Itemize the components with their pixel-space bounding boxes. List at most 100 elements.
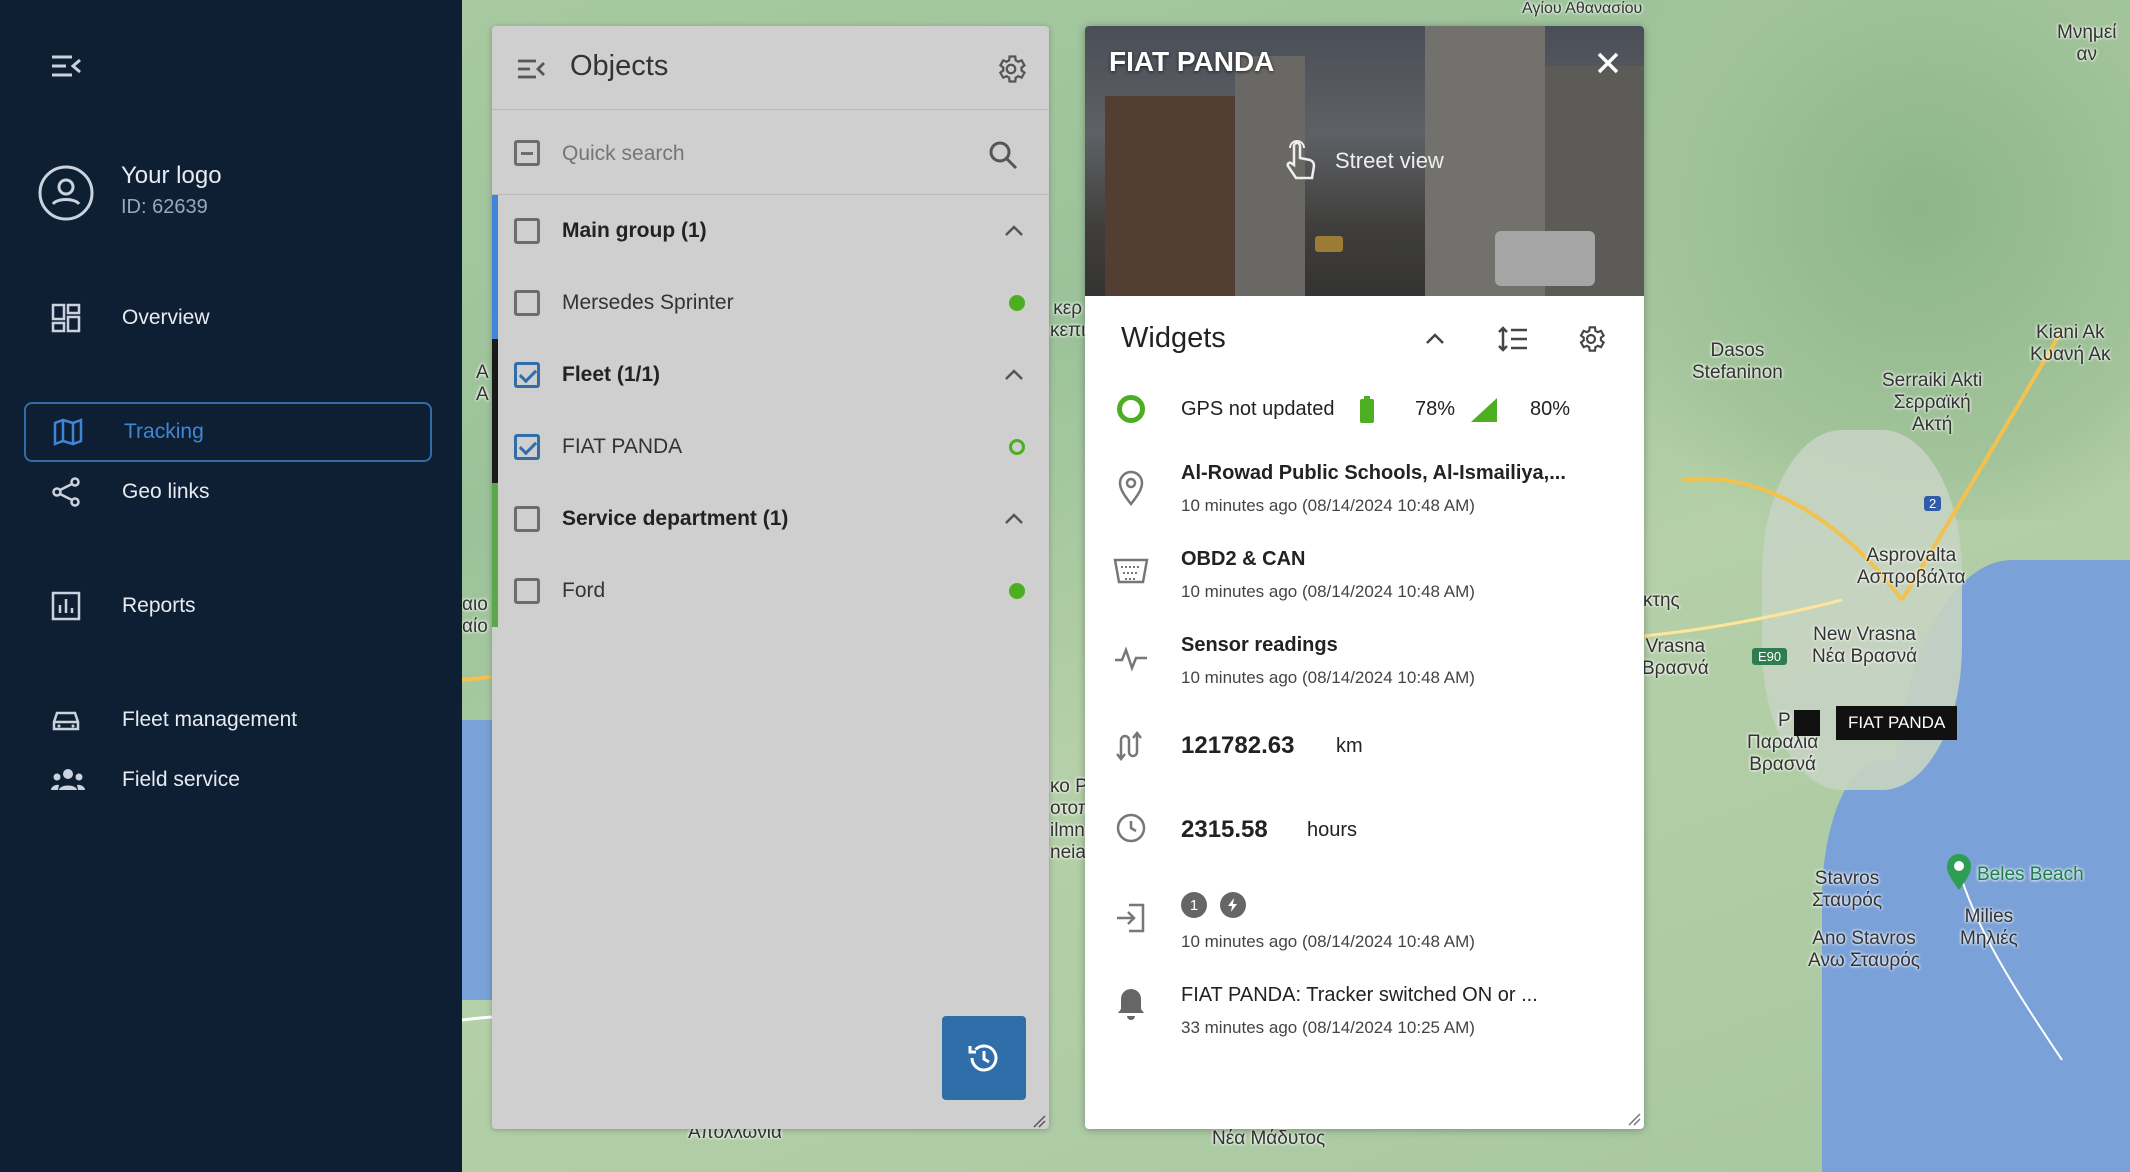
nav-overview[interactable]: Overview [24, 288, 432, 348]
obd-connector-icon [1113, 556, 1149, 588]
nav-geo-links[interactable]: Geo links [24, 462, 432, 522]
engine-hours-unit: hours [1307, 819, 1358, 841]
account-id: ID: 62639 [121, 196, 208, 218]
objects-settings-gear-icon[interactable] [994, 52, 1028, 86]
chevron-up-icon[interactable] [1424, 332, 1446, 346]
map-label-frag-keper: κερ κεπι [1050, 298, 1086, 341]
collapse-list-icon[interactable] [516, 57, 546, 81]
sensor-time: 10 minutes ago (08/14/2024 10:48 AM) [1181, 668, 1475, 687]
map-label-paralia: Παραλία Βρασνά [1747, 732, 1819, 775]
search-icon[interactable] [988, 140, 1018, 170]
history-button[interactable] [942, 1016, 1026, 1100]
event-time: 33 minutes ago (08/14/2024 10:25 AM) [1181, 1018, 1475, 1037]
odometer-unit: km [1336, 735, 1363, 757]
road-sign-e90: E90 [1752, 648, 1788, 665]
obd-time: 10 minutes ago (08/14/2024 10:48 AM) [1181, 582, 1475, 601]
beach-pin-icon[interactable] [1944, 852, 1974, 892]
group-service-label: Service department (1) [562, 507, 789, 530]
widgets-title: Widgets [1121, 322, 1226, 354]
nav-fleet-management[interactable]: Fleet management [24, 690, 432, 750]
map-label-mnimeia: Μνημεί αν [2057, 22, 2117, 65]
people-icon [24, 764, 122, 796]
dashboard-icon [24, 302, 122, 334]
nav-tracking-label: Tracking [124, 420, 204, 443]
odometer-value: 121782.63 [1181, 732, 1295, 759]
map-label-milies: Milies Μηλιές [1960, 906, 2018, 949]
nav-field-service-label: Field service [122, 768, 240, 791]
reorder-widgets-icon[interactable] [1497, 325, 1529, 353]
gps-status-icon [1117, 395, 1145, 423]
map-icon [26, 416, 124, 448]
widgets-settings-gear-icon[interactable] [1575, 323, 1607, 355]
chevron-up-icon[interactable] [1003, 224, 1025, 238]
object-fiat-panda-checkbox[interactable] [514, 434, 540, 460]
objects-header: Objects [492, 26, 1049, 110]
vehicle-marker[interactable] [1794, 710, 1820, 736]
battery-percent: 78% [1415, 398, 1456, 420]
object-mersedes-checkbox[interactable] [514, 290, 540, 316]
object-row-fiat-panda[interactable]: FIAT PANDA [492, 411, 1049, 483]
nav-field-service[interactable]: Field service [24, 750, 432, 810]
map-label-new-vrasna: New Vrasna Νέα Βρασνά [1812, 624, 1918, 667]
battery-icon [1359, 396, 1375, 424]
input-signal-icon [1115, 902, 1147, 934]
object-row-ford[interactable]: Ford [492, 555, 1049, 627]
engine-hours-icon [1115, 812, 1147, 844]
location-pin-icon [1115, 470, 1147, 506]
objects-title: Objects [570, 50, 669, 82]
chevron-up-icon[interactable] [1003, 368, 1025, 382]
nav-geo-links-label: Geo links [122, 480, 210, 503]
objects-panel: Objects Main group (1) Mersedes Sprinter… [492, 26, 1049, 1129]
inputs-time: 10 minutes ago (08/14/2024 10:48 AM) [1181, 932, 1475, 951]
chevron-up-icon[interactable] [1003, 512, 1025, 526]
group-fleet-label: Fleet (1/1) [562, 363, 661, 386]
history-icon [966, 1040, 1002, 1076]
street-view-preview[interactable]: FIAT PANDA Street view [1085, 26, 1644, 296]
object-detail-panel: FIAT PANDA Street view Widgets GPS not u… [1085, 26, 1644, 1129]
collapse-menu-icon[interactable] [50, 52, 82, 80]
map-label-ano-stavros: Ano Stavros Ανω Σταυρός [1808, 928, 1920, 971]
map-label-agiou: Αγίου Αθανασίου [1522, 0, 1643, 17]
object-ford-label: Ford [562, 579, 606, 602]
resize-handle-icon[interactable] [1032, 1114, 1046, 1128]
resize-handle-icon[interactable] [1627, 1112, 1641, 1126]
nav-fleet-management-label: Fleet management [122, 708, 298, 731]
odometer-icon [1115, 730, 1147, 762]
map-label-frag-aio: αιο αίο [462, 594, 488, 637]
share-icon [24, 476, 122, 508]
objects-search-bar [492, 110, 1049, 195]
map-label-dasos: Dasos Stefaninon [1692, 340, 1783, 383]
map-label-frag-a: Α Α [476, 362, 489, 405]
map-label-asprovalta: Asprovalta Ασπροβάλτα [1857, 545, 1966, 588]
group-fleet-checkbox[interactable] [514, 362, 540, 388]
engine-hours-value: 2315.58 [1181, 816, 1268, 843]
sidebar: Your logo ID: 62639 Overview Tracking Ge… [0, 0, 462, 1172]
object-title: FIAT PANDA [1109, 46, 1275, 77]
select-all-checkbox[interactable] [514, 140, 540, 166]
vehicle-marker-label[interactable]: FIAT PANDA [1836, 706, 1958, 740]
group-main-checkbox[interactable] [514, 218, 540, 244]
nav-tracking[interactable]: Tracking [24, 402, 432, 462]
status-online-dot [1009, 295, 1025, 311]
signal-percent: 80% [1530, 398, 1571, 420]
account-avatar-icon[interactable] [37, 164, 95, 222]
map-label-kiani: Kiani Ak Κυανή Ακ [2030, 322, 2111, 365]
close-icon[interactable] [1595, 50, 1621, 76]
group-row-service[interactable]: Service department (1) [492, 483, 1049, 555]
group-row-main[interactable]: Main group (1) [492, 195, 1049, 267]
quick-search-input[interactable] [562, 132, 952, 176]
pulse-icon [1113, 644, 1149, 672]
obd-title: OBD2 & CAN [1181, 548, 1306, 570]
group-main-label: Main group (1) [562, 219, 707, 242]
chart-icon [24, 590, 122, 622]
object-ford-checkbox[interactable] [514, 578, 540, 604]
status-idle-dot [1009, 439, 1025, 455]
nav-reports[interactable]: Reports [24, 576, 432, 636]
address-time: 10 minutes ago (08/14/2024 10:48 AM) [1181, 496, 1475, 515]
group-service-checkbox[interactable] [514, 506, 540, 532]
map-label-vrasna: Vrasna Βρασνά [1642, 636, 1709, 679]
map-label-beles: Beles Beach [1977, 864, 2084, 885]
group-row-fleet[interactable]: Fleet (1/1) [492, 339, 1049, 411]
event-title: FIAT PANDA: Tracker switched ON or ... [1181, 984, 1538, 1006]
object-row-mersedes[interactable]: Mersedes Sprinter [492, 267, 1049, 339]
